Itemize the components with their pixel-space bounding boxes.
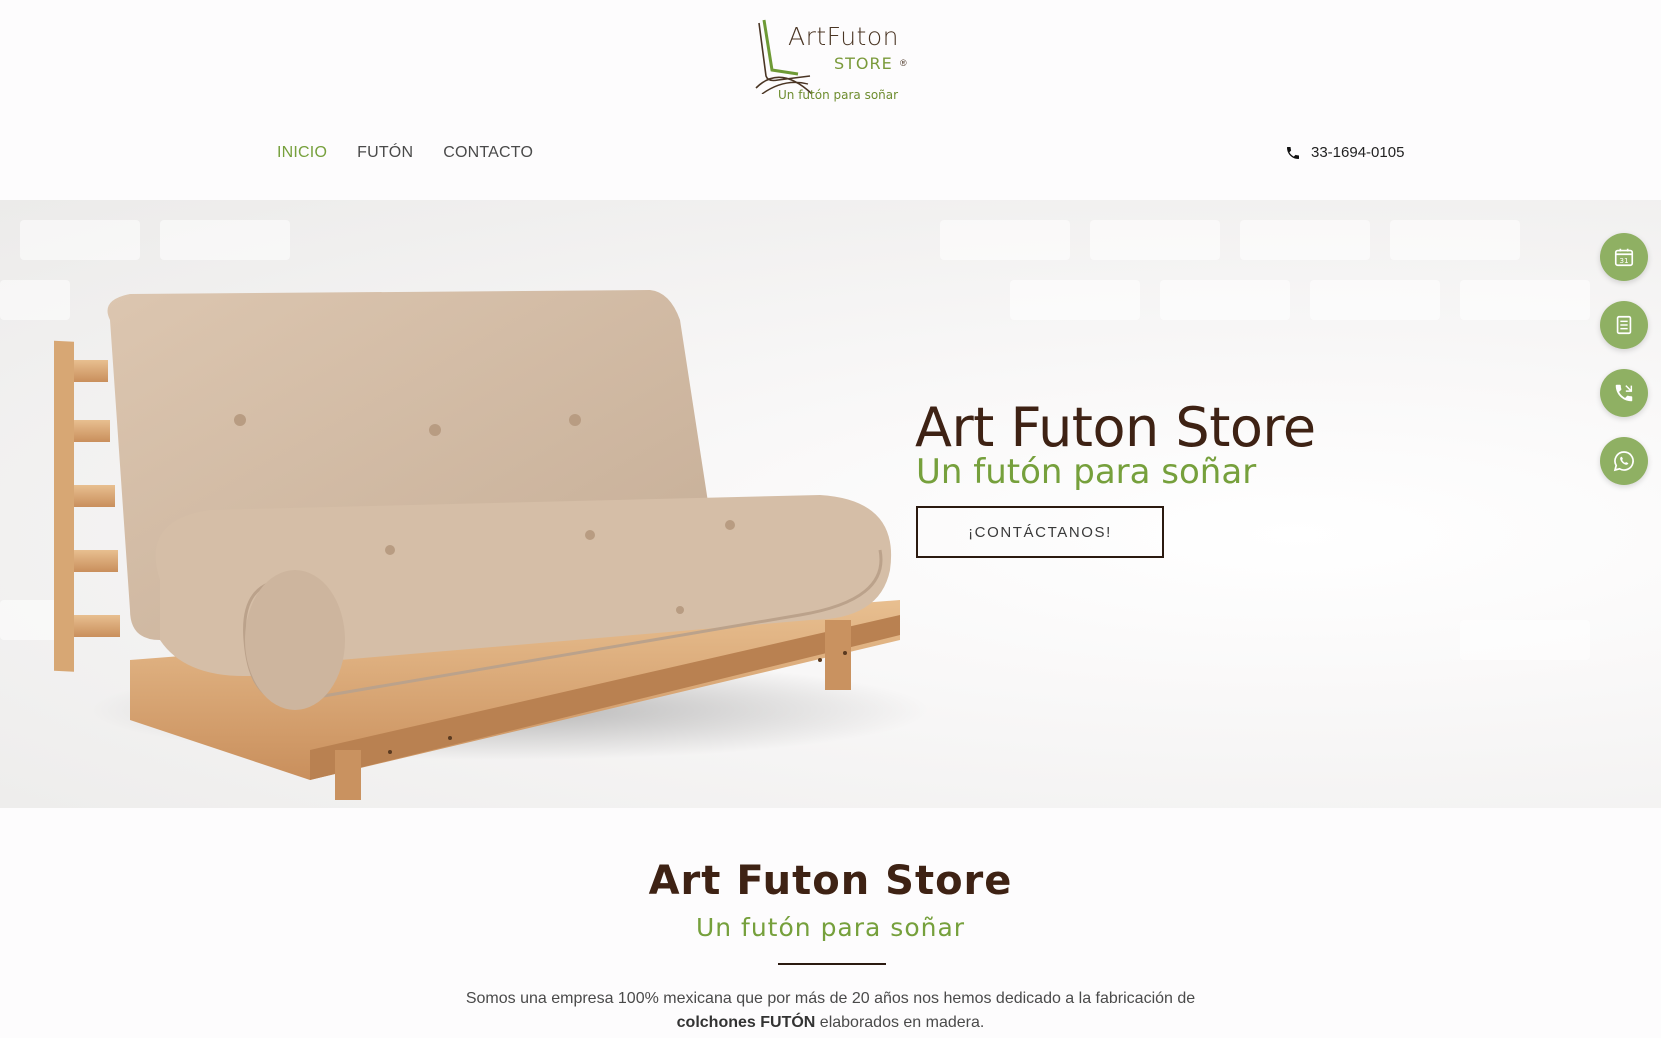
wall-brick <box>20 220 140 260</box>
logo-tagline: Un futón para soñar <box>778 88 899 102</box>
phone-icon <box>1287 146 1299 159</box>
hero-subtitle: Un futón para soñar <box>916 452 1257 492</box>
calendar-day-label: 31 <box>1619 256 1628 265</box>
nav-item-futon[interactable]: FUTÓN <box>357 144 413 162</box>
logo-registered-mark: ® <box>900 58 907 68</box>
calendar-icon: 31 <box>1614 248 1634 267</box>
wall-brick <box>1460 280 1590 320</box>
whatsapp-icon <box>1613 451 1634 472</box>
contact-us-button[interactable]: ¡CONTÁCTANOS! <box>916 506 1164 558</box>
wall-brick <box>160 220 290 260</box>
main-nav: INICIO FUTÓN CONTACTO <box>277 144 533 162</box>
whatsapp-button[interactable] <box>1600 437 1648 485</box>
about-subtitle: Un futón para soñar <box>695 913 966 942</box>
about-text-bold: colchones FUTÓN <box>676 1014 816 1031</box>
wall-brick <box>1390 220 1520 260</box>
logo[interactable]: ArtFuton STORE ® Un futón para soñar <box>750 14 920 106</box>
logo-wordmark: ArtFuton <box>788 22 899 51</box>
about-description: Somos una empresa 100% mexicana que por … <box>0 987 1661 1035</box>
site-header: ArtFuton STORE ® Un futón para soñar INI… <box>0 0 1661 200</box>
futon-sofa-image <box>54 290 930 800</box>
about-title: Art Futon Store <box>648 858 1013 904</box>
about-divider <box>778 963 886 965</box>
nav-item-contacto[interactable]: CONTACTO <box>443 144 533 162</box>
hero-title: Art Futon Store <box>915 396 1316 459</box>
call-button[interactable] <box>1600 369 1648 417</box>
logo-store-text: STORE <box>834 54 893 73</box>
wall-brick <box>1460 620 1590 660</box>
document-icon <box>1616 315 1632 335</box>
about-text-line2: elaborados en madera. <box>815 1014 985 1031</box>
wall-brick <box>1160 280 1290 320</box>
document-button[interactable] <box>1600 301 1648 349</box>
wall-brick <box>1090 220 1220 260</box>
about-text-line1: Somos una empresa 100% mexicana que por … <box>465 990 1196 1007</box>
nav-item-inicio[interactable]: INICIO <box>277 144 327 162</box>
header-phone[interactable]: 33-1694-0105 <box>1285 144 1404 161</box>
phone-call-icon <box>1615 384 1633 402</box>
hero-banner: Art Futon Store Un futón para soñar ¡CON… <box>0 200 1661 808</box>
calendar-button[interactable]: 31 <box>1600 233 1648 281</box>
wall-brick <box>1010 280 1140 320</box>
wall-brick <box>1240 220 1370 260</box>
wall-brick <box>1310 280 1440 320</box>
phone-number: 33-1694-0105 <box>1311 144 1405 161</box>
wall-brick <box>940 220 1070 260</box>
